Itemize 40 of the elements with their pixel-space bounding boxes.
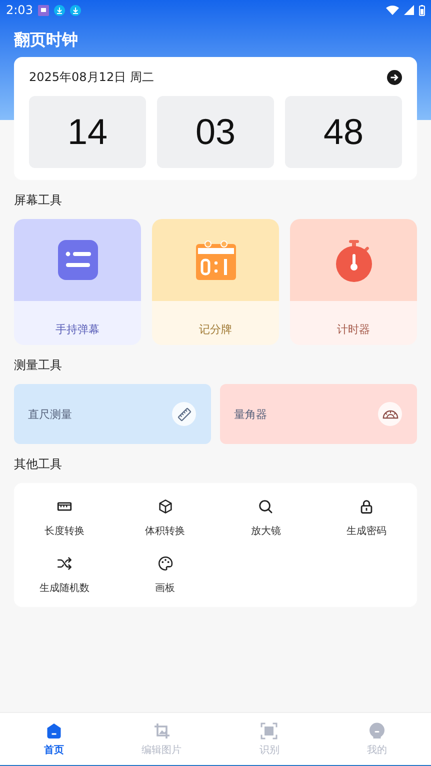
section-title: 其他工具 — [13, 456, 63, 473]
scan-frame-icon — [260, 722, 278, 740]
image-crop-icon — [152, 722, 171, 740]
download-icon — [70, 4, 81, 16]
search-icon[interactable] — [257, 498, 274, 515]
signal-icon — [404, 5, 414, 15]
tool-label[interactable]: 放大镜 — [250, 524, 281, 538]
flip-digit: 14 — [29, 96, 146, 168]
section-title: 屏幕工具 — [13, 192, 63, 209]
shuffle-icon[interactable] — [56, 555, 73, 572]
tool-label[interactable]: 长度转换 — [44, 524, 84, 538]
download-icon — [54, 4, 65, 16]
cube-icon[interactable] — [156, 498, 174, 515]
measure-card[interactable]: 直尺测量 — [14, 384, 211, 444]
tool-label[interactable]: 生成密码 — [346, 524, 387, 538]
battery-icon — [419, 4, 425, 16]
date-text: 2025年08月12日 周二 — [29, 68, 154, 86]
ruler-icon — [176, 406, 192, 422]
nav-tab[interactable]: 首页 — [0, 713, 108, 765]
tile-label: 记分牌 — [199, 322, 232, 336]
tool-label[interactable]: 体积转换 — [145, 524, 186, 538]
measure-label: 量角器 — [234, 406, 267, 422]
tool-label[interactable]: 生成随机数 — [39, 581, 90, 595]
app-title: 翻页时钟 — [12, 29, 79, 51]
tool-label[interactable]: 画板 — [155, 581, 176, 595]
section-title: 测量工具 — [13, 357, 63, 374]
calendar-icon — [194, 238, 238, 282]
flip-digit: 03 — [157, 96, 274, 168]
house-icon — [44, 722, 63, 740]
person-icon — [368, 722, 386, 740]
status-time: 2:03 — [6, 3, 33, 17]
message-list-icon — [56, 238, 100, 282]
arrow-right-icon[interactable] — [387, 70, 402, 84]
tile-label: 手持弹幕 — [56, 322, 100, 336]
measure-label: 直尺测量 — [28, 406, 72, 422]
flip-digit: 48 — [285, 96, 402, 168]
tile-label: 计时器 — [337, 322, 370, 336]
palette-icon[interactable] — [156, 555, 174, 572]
measure-card[interactable]: 量角器 — [220, 384, 417, 444]
wifi-icon — [386, 5, 399, 15]
